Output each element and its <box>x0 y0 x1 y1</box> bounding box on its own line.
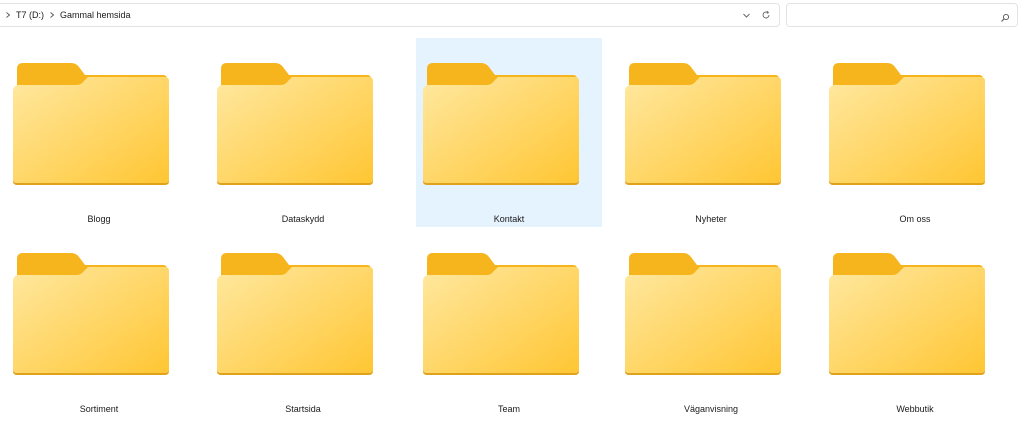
folder-label: Team <box>497 404 520 414</box>
folder-item[interactable]: Blogg <box>6 38 192 227</box>
folder-icon <box>13 63 169 185</box>
folder-icon <box>423 253 579 375</box>
folder-item[interactable]: Nyheter <box>618 38 804 227</box>
folder-icon <box>625 253 781 375</box>
folder-item[interactable]: Väganvisning <box>618 228 804 417</box>
folder-item[interactable]: Om oss <box>822 38 1008 227</box>
folder-label: Startsida <box>285 404 321 414</box>
folder-label: Sortiment <box>79 404 119 414</box>
folder-icon <box>423 63 579 185</box>
folder-icon <box>217 253 373 375</box>
folder-item[interactable]: Webbutik <box>822 228 1008 417</box>
search-icon[interactable] <box>1000 10 1010 28</box>
folder-item[interactable]: Team <box>416 228 602 417</box>
folder-icon <box>13 253 169 375</box>
breadcrumb-item-drive[interactable]: T7 (D:) <box>16 10 44 20</box>
folder-label: Om oss <box>899 214 931 224</box>
folder-icon <box>829 63 985 185</box>
folder-item[interactable]: Kontakt <box>416 38 602 227</box>
folder-label: Dataskydd <box>281 214 325 224</box>
folder-label: Nyheter <box>695 214 727 224</box>
folder-icon <box>829 253 985 375</box>
breadcrumb-item-folder[interactable]: Gammal hemsida <box>60 10 131 20</box>
address-bar-controls <box>742 4 771 26</box>
folder-label: Kontakt <box>493 214 525 224</box>
search-box[interactable] <box>786 3 1018 27</box>
folder-label: Blogg <box>87 214 111 224</box>
chevron-right-icon[interactable] <box>47 10 57 20</box>
folder-label: Webbutik <box>896 404 934 414</box>
folder-icon <box>217 63 373 185</box>
chevron-right-icon[interactable] <box>3 10 13 20</box>
address-bar[interactable]: T7 (D:) Gammal hemsida <box>0 3 780 27</box>
folder-item[interactable]: Startsida <box>210 228 396 417</box>
search-input[interactable] <box>793 7 997 25</box>
folder-item[interactable]: Sortiment <box>6 228 192 417</box>
chevron-down-icon[interactable] <box>742 11 751 20</box>
folder-label: Väganvisning <box>683 404 739 414</box>
file-grid: Blogg Dataskydd Kontakt Nyheter Om oss S… <box>0 38 1024 426</box>
folder-icon <box>625 63 781 185</box>
folder-item[interactable]: Dataskydd <box>210 38 396 227</box>
title-bar: T7 (D:) Gammal hemsida <box>0 0 1024 30</box>
refresh-icon[interactable] <box>761 10 771 20</box>
